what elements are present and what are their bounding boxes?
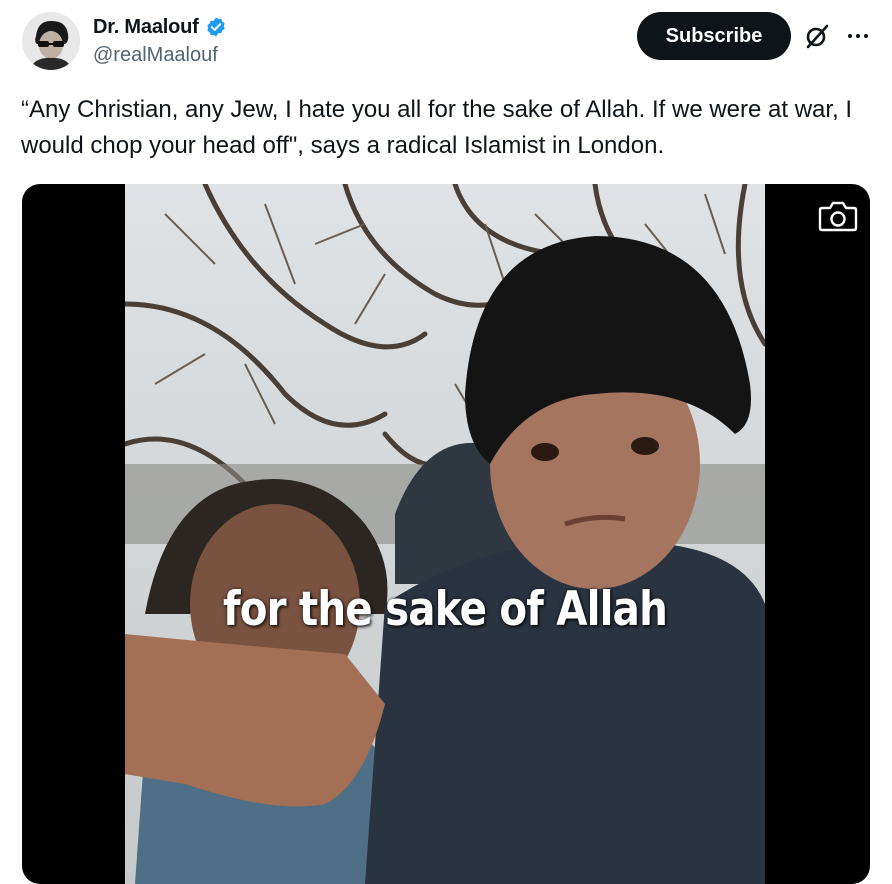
more-options-icon[interactable] (844, 22, 872, 50)
display-name-row: Dr. Maalouf (93, 14, 227, 40)
post-header: Dr. Maalouf @realMaalouf Subscribe (20, 10, 880, 80)
author-avatar[interactable] (22, 12, 80, 70)
author-handle[interactable]: @realMaalouf (93, 44, 227, 67)
post-media-video[interactable]: for the sake of Allah (22, 184, 870, 884)
video-thumbnail (125, 184, 765, 884)
video-caption: for the sake of Allah (223, 582, 668, 637)
grok-icon[interactable] (803, 22, 831, 50)
post-text: “Any Christian, any Jew, I hate you all … (21, 96, 853, 159)
subscribe-button[interactable]: Subscribe (637, 12, 791, 60)
author-info: Dr. Maalouf @realMaalouf (93, 14, 227, 67)
user-avatar-icon (22, 12, 80, 70)
display-name[interactable]: Dr. Maalouf (93, 16, 199, 39)
video-frame[interactable]: for the sake of Allah (125, 184, 765, 884)
camera-icon[interactable] (816, 194, 860, 238)
verified-badge-icon[interactable] (205, 16, 227, 38)
